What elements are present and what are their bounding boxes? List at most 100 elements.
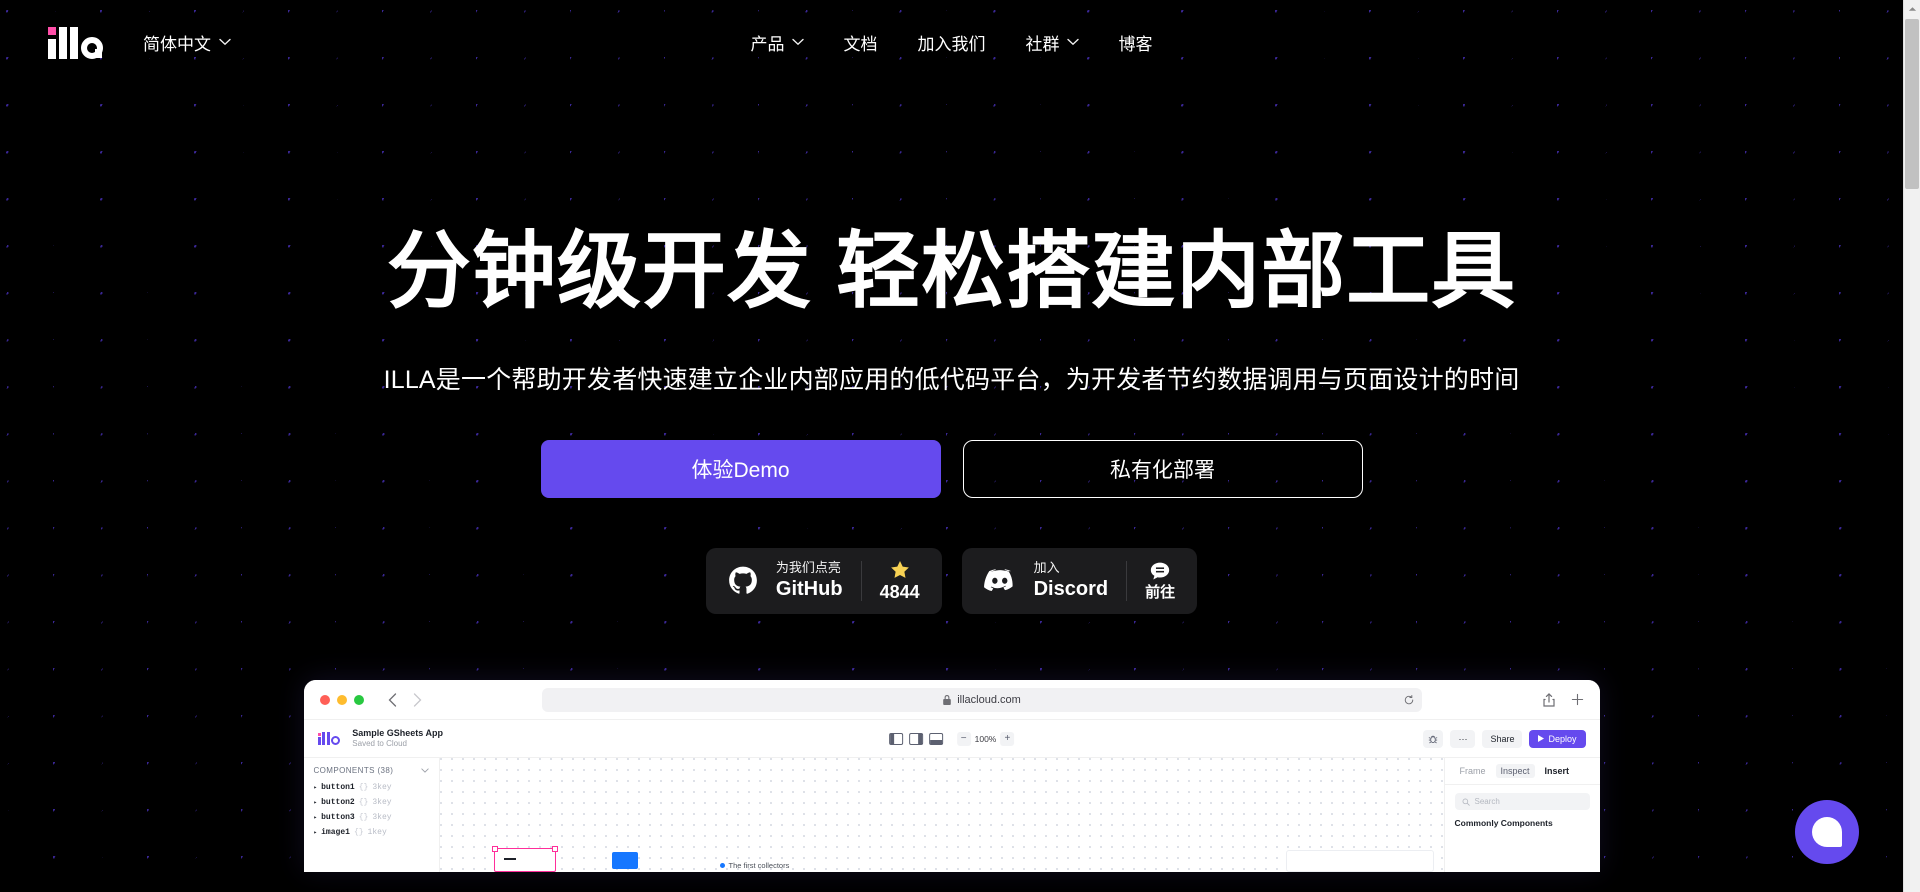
language-label: 简体中文 — [143, 34, 211, 54]
toggle-right-panel-icon[interactable] — [908, 732, 923, 745]
tab-inspect[interactable]: Inspect — [1495, 764, 1535, 779]
app-name: Sample GSheets App — [352, 727, 443, 738]
nav-item-blog[interactable]: 博客 — [1117, 24, 1155, 61]
app-logo-letter-l2 — [326, 732, 330, 746]
github-big-label: GitHub — [775, 578, 843, 601]
illa-app-body: COMPONENTS (38) ▸ button1 {} 3key ▸ butt… — [303, 758, 1600, 873]
tab-frame[interactable]: Frame — [1455, 764, 1491, 778]
card-divider — [860, 561, 862, 602]
nav-label-community: 社群 — [1025, 34, 1060, 54]
discord-goto-group: 前往 — [1145, 561, 1175, 602]
page-viewport: 简体中文 产品 文档 加入我们 社群 博客 分钟级开发 轻松搭建内部工具 ILL… — [0, 0, 1920, 892]
page-scrollbar[interactable] — [1903, 0, 1920, 892]
component-name: button2 — [321, 798, 355, 808]
address-bar[interactable]: illacloud.com — [542, 687, 1422, 712]
nav-item-docs[interactable]: 文档 — [842, 24, 880, 61]
more-options-button[interactable]: ··· — [1450, 729, 1476, 748]
components-section-header[interactable]: COMPONENTS (38) — [314, 766, 429, 775]
app-logo-letter-i — [317, 732, 321, 746]
app-canvas[interactable]: The first collectors — [439, 758, 1444, 873]
card-divider — [1126, 561, 1128, 602]
canvas-list-item-label: The first collectors — [728, 861, 790, 871]
expand-triangle-icon[interactable]: ▸ — [314, 784, 318, 791]
toggle-bottom-panel-icon[interactable] — [928, 732, 943, 745]
component-list-item[interactable]: ▸ button3 {} 3key — [314, 813, 429, 822]
logo-letter-l2 — [70, 27, 78, 59]
discord-brand: 加入 Discord — [1033, 560, 1108, 601]
component-list-item[interactable]: ▸ image1 {} 1key — [314, 828, 429, 837]
scroll-up-arrow[interactable] — [1904, 0, 1920, 17]
nav-label-products: 产品 — [750, 34, 785, 54]
app-header-actions: ··· Share Deploy — [1423, 729, 1586, 748]
logo-letter-i — [48, 27, 56, 59]
expand-triangle-icon[interactable]: ▸ — [314, 829, 318, 836]
github-card[interactable]: 为我们点亮 GitHub 4844 — [705, 548, 942, 615]
inspector-search-wrap: Search — [1445, 785, 1600, 816]
browser-tools — [1542, 692, 1584, 707]
search-input[interactable]: Search — [1454, 793, 1590, 811]
deploy-label: Deploy — [1548, 733, 1577, 744]
chat-widget-button[interactable] — [1795, 800, 1859, 864]
canvas-list-item[interactable]: The first collectors — [719, 861, 790, 871]
chevron-down-icon — [1066, 38, 1079, 46]
star-icon — [890, 561, 909, 579]
toggle-left-panel-icon[interactable] — [888, 732, 903, 745]
chevron-down-icon — [791, 38, 804, 46]
github-star-group: 4844 — [880, 559, 920, 603]
app-title-group: Sample GSheets App Saved to Cloud — [352, 728, 443, 749]
deploy-button[interactable]: Deploy — [1529, 729, 1586, 748]
logo-letter-l1 — [59, 27, 67, 59]
zoom-level-label: 100% — [974, 733, 997, 744]
zoom-out-button[interactable]: − — [956, 731, 971, 746]
minimize-window-dot[interactable] — [336, 694, 347, 705]
inspector-tabs: Frame Inspect Insert — [1444, 758, 1600, 786]
zoom-in-button[interactable]: + — [1000, 731, 1015, 746]
tab-insert[interactable]: Insert — [1540, 764, 1575, 778]
browser-nav-arrows — [388, 692, 422, 707]
share-button[interactable]: Share — [1482, 729, 1523, 748]
component-key-count: 3key — [372, 813, 392, 823]
canvas-card-component[interactable] — [1285, 850, 1434, 873]
nav-item-community[interactable]: 社群 — [1024, 24, 1081, 61]
nav-label-join-us: 加入我们 — [917, 34, 986, 54]
discord-goto-label: 前往 — [1145, 583, 1176, 601]
component-list-item[interactable]: ▸ button1 {} 3key — [314, 783, 429, 792]
language-selector[interactable]: 简体中文 — [139, 24, 235, 61]
canvas-blue-button[interactable] — [611, 852, 638, 870]
browser-chrome-bar: illacloud.com — [303, 680, 1600, 721]
illa-app-logo[interactable] — [317, 732, 341, 746]
illa-logo[interactable] — [48, 25, 103, 59]
maximize-window-dot[interactable] — [353, 694, 364, 705]
nav-item-join-us[interactable]: 加入我们 — [916, 24, 988, 61]
hero-cta-row: 体验Demo 私有化部署 — [0, 440, 1903, 499]
components-section-title: COMPONENTS (38) — [313, 766, 394, 776]
canvas-selected-component[interactable] — [491, 846, 558, 873]
scrollbar-thumb[interactable] — [1905, 19, 1919, 189]
app-view-toggles: − 100% + — [888, 731, 1015, 746]
component-braces: {} — [353, 828, 364, 838]
expand-triangle-icon[interactable]: ▸ — [314, 799, 318, 806]
commonly-components-title: Commonly Components — [1454, 818, 1553, 829]
close-window-dot[interactable] — [319, 694, 330, 705]
expand-triangle-icon[interactable]: ▸ — [314, 814, 318, 821]
chevron-up-icon — [1908, 6, 1917, 11]
discord-card[interactable]: 加入 Discord 前往 — [961, 548, 1198, 615]
self-hosted-deploy-button[interactable]: 私有化部署 — [962, 440, 1363, 499]
url-text: illacloud.com — [957, 693, 1021, 706]
share-icon[interactable] — [1542, 692, 1555, 707]
nav-item-products[interactable]: 产品 — [749, 24, 806, 61]
demo-button[interactable]: 体验Demo — [540, 440, 941, 499]
reload-icon[interactable] — [1404, 694, 1414, 705]
component-name: button3 — [321, 813, 355, 823]
new-tab-icon[interactable] — [1571, 693, 1584, 706]
forward-arrow-icon[interactable] — [413, 692, 422, 707]
discord-small-label: 加入 — [1033, 560, 1060, 576]
github-star-count: 4844 — [879, 582, 920, 603]
debug-bug-button[interactable] — [1423, 729, 1444, 748]
bug-icon — [1429, 735, 1438, 743]
component-name: button1 — [321, 783, 355, 793]
component-list-item[interactable]: ▸ button2 {} 3key — [314, 798, 429, 807]
search-icon — [1462, 798, 1470, 806]
hero-headline: 分钟级开发 轻松搭建内部工具 — [386, 224, 1517, 318]
back-arrow-icon[interactable] — [388, 692, 397, 707]
